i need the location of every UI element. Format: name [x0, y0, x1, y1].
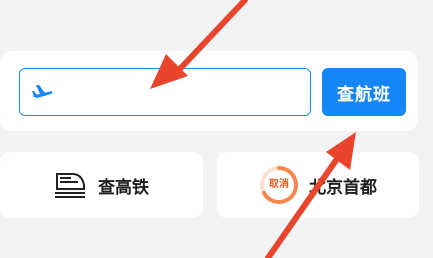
flight-number-input[interactable]	[19, 68, 311, 116]
cancel-badge-text: 取消	[269, 179, 289, 190]
plane-icon	[32, 85, 53, 98]
recent-destination-label: 北京首都	[309, 177, 377, 198]
search-flight-button[interactable]: 查航班	[322, 68, 406, 116]
recent-search-card[interactable]: 取消 北京首都	[217, 152, 419, 218]
cancel-badge: 取消	[259, 165, 299, 205]
train-icon	[55, 173, 85, 198]
train-label: 查高铁	[98, 177, 149, 198]
check-high-speed-rail-card[interactable]: 查高铁	[0, 152, 203, 218]
